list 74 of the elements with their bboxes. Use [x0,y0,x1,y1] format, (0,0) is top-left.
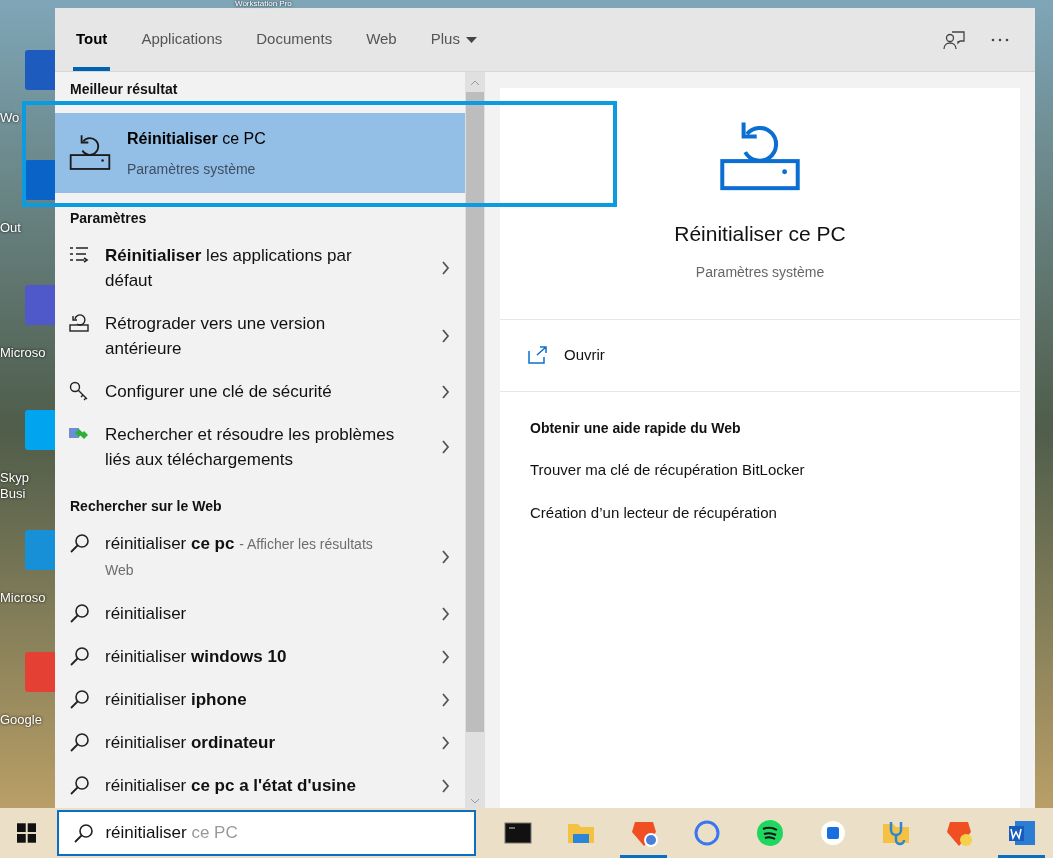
chevron-right-icon [441,328,451,344]
scrollbar[interactable] [465,72,485,808]
tab[interactable]: Web [349,8,414,71]
windows-start-icon[interactable] [17,823,37,843]
desktop-icon-label: Workstation Pro [235,0,292,8]
search-icon [69,533,89,553]
scroll-down-icon[interactable] [470,798,480,804]
open-link[interactable]: Ouvrir [564,343,605,367]
tab[interactable]: Plus [413,8,494,71]
desktop-icon-label: Google [0,712,43,728]
chevron-right-icon [441,648,451,665]
help-link[interactable]: Trouver ma clé de récupération BitLocker [530,458,990,481]
result-label: Rétrograder vers une version antérieure [105,313,327,360]
suggestion-text: réinitialiser ce pc a l'état d'usine [105,775,357,797]
chevron-right-icon [441,734,451,751]
web-suggestion-item[interactable]: réinitialiser ce pc a l'état d'usine [55,764,465,807]
desktop-icon-label: Microso [0,590,47,606]
open-icon [528,345,548,365]
web-suggestion-item[interactable]: réinitialiser ordinateur [55,721,465,764]
chevron-right-icon [441,549,451,565]
desktop-icon-label: Microso [0,345,47,361]
suggestion-text: réinitialiser iphone [105,689,248,711]
best-result-item[interactable]: Réinitialiser ce PC Paramètres système [55,113,465,193]
chevron-right-icon [441,691,451,708]
feedback-icon[interactable] [943,29,965,50]
key-icon [69,381,89,401]
help-link[interactable]: Création d’un lecteur de récupération [530,502,990,525]
result-label: Réinitialiser les applications par défaut [105,245,353,292]
preview-title: Réinitialiser ce PC [674,221,846,247]
chevron-right-icon [441,383,451,400]
rollback-icon [69,313,89,333]
search-icon [73,823,94,843]
chevron-right-icon [441,605,451,622]
preview-subtitle: Paramètres système [695,262,825,282]
web-suggestion-item[interactable]: réinitialiser windows 10 [55,635,465,678]
section-heading: Rechercher sur le Web [70,497,223,515]
web-suggestion-item[interactable]: réinitialiser iphone [55,678,465,721]
search-icon [69,732,89,752]
result-title: Réinitialiser ce PC [127,128,266,149]
chevron-right-icon [441,439,451,455]
settings-result-item[interactable]: Réinitialiser les applications par défaut [55,234,465,302]
desktop-icon-label: Out [0,220,22,236]
settings-result-item[interactable]: Rétrograder vers une version antérieure [55,302,465,370]
list-icon [69,245,89,265]
section-heading: Meilleur résultat [70,80,179,98]
web-suggestion-item[interactable]: réinitialiser ce pc - Afficher les résultats Web [55,522,465,592]
desktop-icon-label: Skyp Busi [0,470,30,502]
search-field[interactable]: réinitialiser ce PC [57,810,476,856]
chevron-right-icon [441,260,451,276]
web-suggestion-item[interactable]: réinitialiser [55,592,465,635]
result-label: Configurer une clé de sécurité [105,381,333,403]
search-icon [69,646,89,666]
search-icon [69,603,89,623]
suggestion-text: réinitialiser windows 10 [105,646,288,668]
chevron-right-icon [441,777,451,794]
tab[interactable]: Applications [124,8,240,71]
suggestion-text: réinitialiser [105,603,188,625]
search-icon [69,689,89,709]
suggestion-text: réinitialiser ordinateur [105,732,277,754]
settings-result-item[interactable]: Rechercher et résoudre les problèmes liés aux téléchargements [55,413,465,481]
scroll-thumb[interactable] [466,92,484,732]
settings-result-item[interactable]: Configurer une clé de sécurité [55,370,465,413]
more-icon[interactable] [991,37,1009,42]
tab[interactable]: Documents [239,8,350,71]
suggestion-text: réinitialiser ce pc - Afficher les résultats Web [105,533,374,580]
desktop-icon-label: Wo [0,110,21,126]
scroll-up-icon[interactable] [470,80,480,86]
section-heading: Obtenir une aide rapide du Web [530,418,742,438]
result-label: Rechercher et résoudre les problèmes liés aux téléchargements [105,424,395,471]
tab[interactable]: Tout [59,8,125,71]
result-subtitle: Paramètres système [127,159,257,179]
search-query-text: réinitialiser ce PC [105,822,238,845]
section-heading: Paramètres [70,209,148,227]
search-icon [69,775,89,795]
